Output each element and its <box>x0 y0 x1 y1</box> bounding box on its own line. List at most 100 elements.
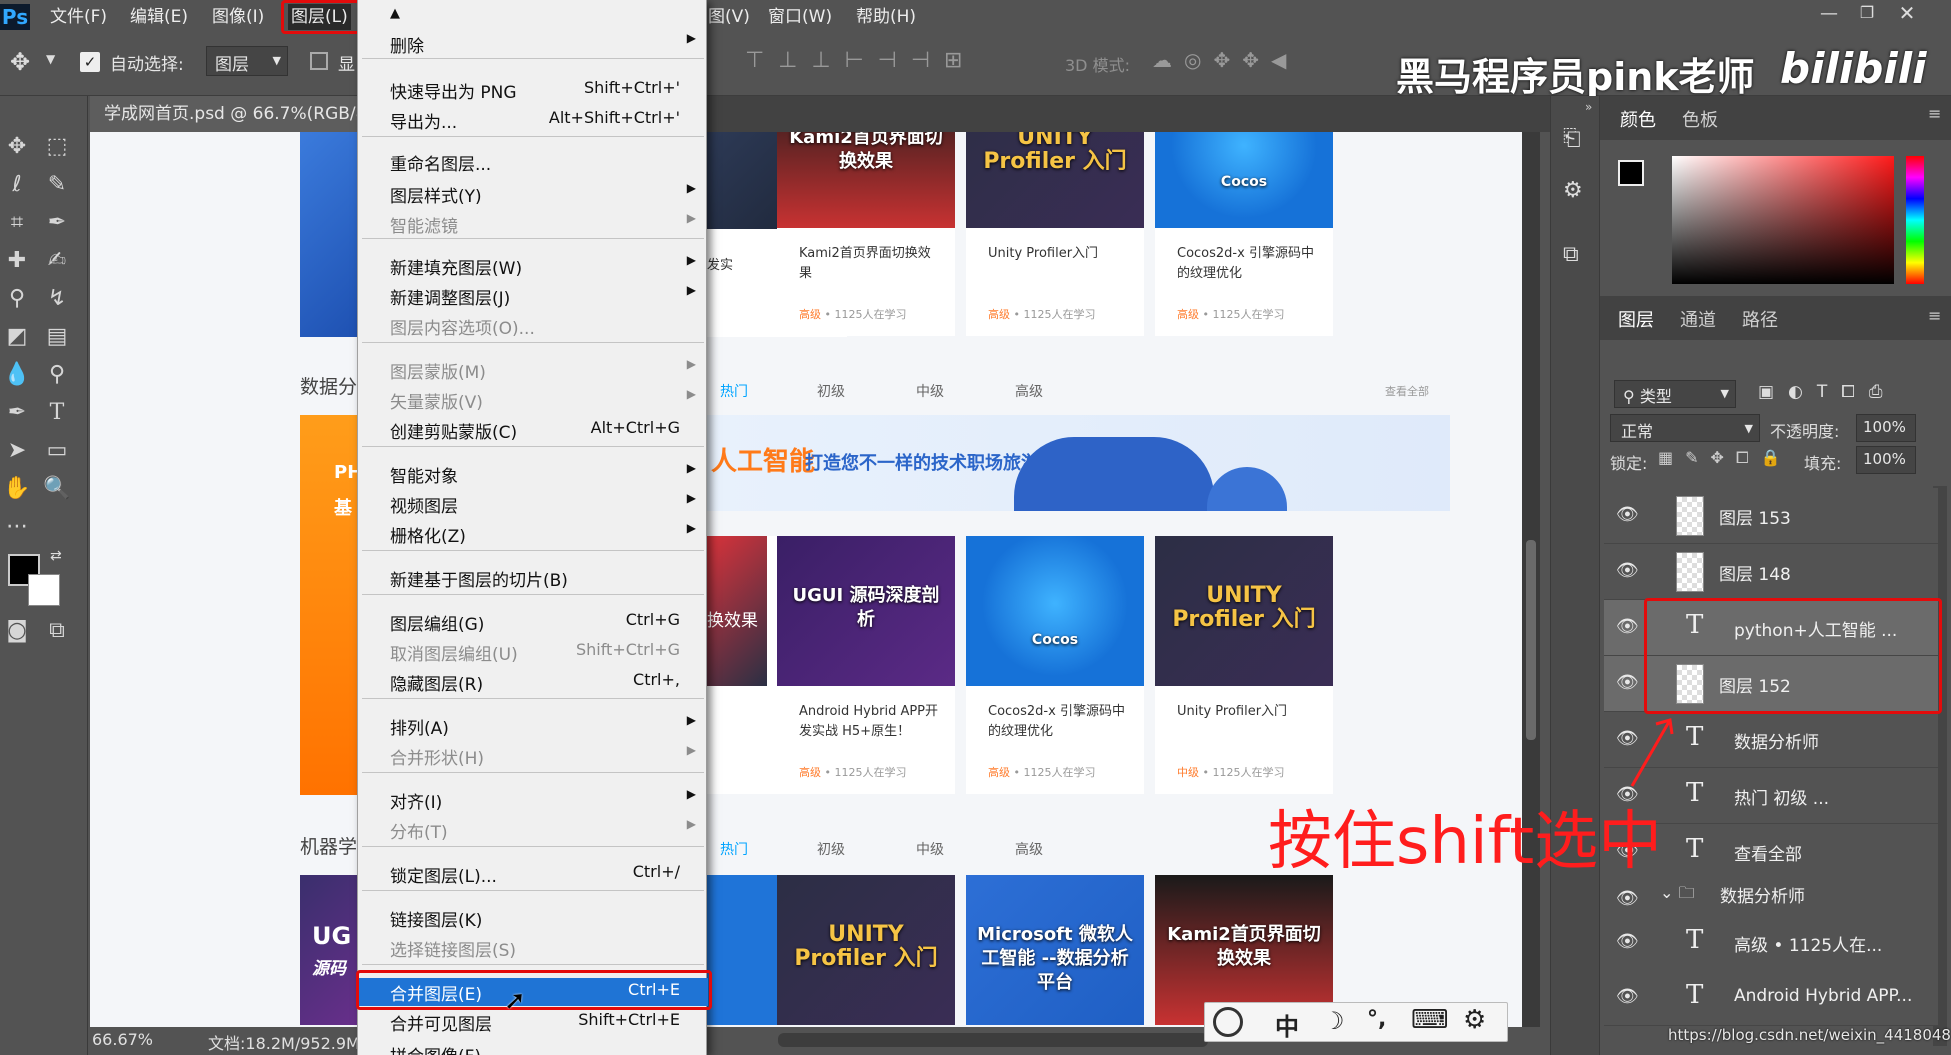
menu-item-1[interactable]: 快速导出为 PNG Shift+Ctrl+' <box>358 76 708 104</box>
layer-visibility-eye-icon[interactable]: 👁 <box>1616 931 1639 952</box>
eyedropper-icon[interactable]: ✒ <box>40 208 74 238</box>
swap-colors-icon[interactable]: ⇄ <box>50 548 62 564</box>
rectangle-tool-icon[interactable]: ▭ <box>40 436 74 466</box>
layer-row[interactable]: 👁 T 高级 • 1125人在... <box>1604 915 1938 971</box>
category-tab-hot[interactable]: 热门 <box>720 839 748 859</box>
tab-swatches[interactable]: 色板 <box>1682 106 1718 132</box>
course-card[interactable]: UGUI 源码深度剖析 Android Hybrid APP开发实战 H5+原生！… <box>777 536 955 794</box>
auto-select-dropdown[interactable]: 图层 ▼ <box>206 46 288 76</box>
collapse-arrows-icon[interactable]: » <box>1585 100 1592 114</box>
category-tab-hot[interactable]: 热门 <box>720 381 748 401</box>
ime-settings-icon[interactable]: ⚙ <box>1463 1005 1486 1035</box>
marquee-tool-icon[interactable]: ⬚ <box>40 132 74 162</box>
ime-punctuation-icon[interactable]: °, <box>1367 1007 1386 1032</box>
layer-visibility-eye-icon[interactable]: 👁 <box>1616 888 1639 909</box>
screen-mode-icon[interactable]: ⧉ <box>40 616 74 646</box>
course-card[interactable]: UNITY Profiler 入门 Unity Profiler入门 高级 • 11… <box>966 132 1144 336</box>
course-card[interactable]: UNITY Profiler 入门 Unity Profiler入门 中级 • 11… <box>1155 536 1333 794</box>
menu-image[interactable]: 图像(I) <box>212 4 264 30</box>
move-tool-icon[interactable]: ✥ <box>10 48 30 76</box>
clone-stamp-icon[interactable]: ⚲ <box>0 284 34 314</box>
close-button[interactable]: ✕ <box>1896 1 1918 25</box>
canvas-document[interactable]: 数据分 PH 基 机器学 UG 源码 发实 Kami2首页界面切换效果 Kami2… <box>90 132 1540 1027</box>
horizontal-scrollbar[interactable] <box>778 1033 1208 1047</box>
history-panel-icon[interactable]: ⎗ <box>1563 126 1581 151</box>
dodge-tool-icon[interactable]: ⚲ <box>40 360 74 390</box>
brush-tool-icon[interactable]: ✍ <box>40 246 74 276</box>
align-icons[interactable]: ⊤⊥⊥⊢⊣⊣⊞ <box>745 48 976 73</box>
menu-item-6[interactable]: 新建填充图层(W) ▶ <box>358 252 708 280</box>
eraser-tool-icon[interactable]: ◩ <box>0 322 34 352</box>
fill-field[interactable]: 100% <box>1856 446 1916 474</box>
move-tool-dropdown-icon[interactable]: ▼ <box>46 52 55 66</box>
lasso-tool-icon[interactable]: ℓ <box>0 170 34 200</box>
3d-tools-icons[interactable]: ☁◎✥✥◀ <box>1152 48 1298 72</box>
opacity-field[interactable]: 100% <box>1856 414 1916 442</box>
course-card[interactable]: Cocos Cocos2d-x 引擎源码中的纹理优化 高级 • 1125人在学习 <box>1155 132 1333 336</box>
path-select-icon[interactable]: ➤ <box>0 436 34 466</box>
show-transform-checkbox[interactable] <box>310 52 328 70</box>
lock-icons[interactable]: ▦✎✥⧠🔒 <box>1658 448 1793 468</box>
ime-chinese-mode[interactable]: 中 <box>1275 1007 1299 1042</box>
layer-visibility-eye-icon[interactable]: 👁 <box>1616 560 1639 581</box>
menu-item-16[interactable]: 图层编组(G) Ctrl+G <box>358 608 708 636</box>
menu-item-12[interactable]: 智能对象 ▶ <box>358 460 708 488</box>
gradient-tool-icon[interactable]: ▤ <box>40 322 74 352</box>
layer-visibility-eye-icon[interactable]: 👁 <box>1616 504 1639 525</box>
menu-item-0[interactable]: 删除 ▶ <box>358 30 708 58</box>
menu-file[interactable]: 文件(F) <box>50 4 107 30</box>
menu-help[interactable]: 帮助(H) <box>856 4 916 30</box>
menu-window[interactable]: 窗口(W) <box>768 4 832 30</box>
layer-filter-icons[interactable]: ▣◐T⧠⎙ <box>1758 382 1896 402</box>
panel-menu-icon[interactable]: ≡ <box>1928 104 1941 123</box>
tab-layers[interactable]: 图层 <box>1618 306 1654 332</box>
menu-scroll-up-icon[interactable]: ▲ <box>390 6 400 21</box>
layer-row[interactable]: 👁 图层 148 <box>1604 544 1938 600</box>
quick-mask-icon[interactable]: ◙ <box>0 616 34 646</box>
layer-row[interactable]: 👁 图层 153 <box>1604 488 1938 544</box>
menu-item-19[interactable]: 排列(A) ▶ <box>358 712 708 740</box>
minimize-button[interactable]: — <box>1818 3 1840 25</box>
character-panel-icon[interactable]: ⧉ <box>1563 242 1579 267</box>
course-card[interactable]: Cocos Cocos2d-x 引擎源码中的纹理优化 高级 • 1125人在学习 <box>966 536 1144 794</box>
menu-item-24[interactable]: 链接图层(K) <box>358 904 708 932</box>
menu-item-2[interactable]: 导出为... Alt+Shift+Ctrl+' <box>358 106 708 134</box>
layer-visibility-eye-icon[interactable]: 👁 <box>1616 616 1639 637</box>
menu-view[interactable]: 图(V) <box>708 4 750 30</box>
layers-panel-menu-icon[interactable]: ≡ <box>1928 306 1941 325</box>
pen-tool-icon[interactable]: ✒ <box>0 398 34 428</box>
background-color-swatch[interactable] <box>28 574 60 606</box>
menu-item-11[interactable]: 创建剪贴蒙版(C) Alt+Ctrl+G <box>358 416 708 444</box>
tab-channels[interactable]: 通道 <box>1680 306 1716 332</box>
menu-item-21[interactable]: 对齐(I) ▶ <box>358 786 708 814</box>
more-tools-icon[interactable]: ⋯ <box>0 512 34 542</box>
menu-item-14[interactable]: 栅格化(Z) ▶ <box>358 520 708 548</box>
category-tab-advanced[interactable]: 高级 <box>1015 381 1043 401</box>
layer-filter-dropdown[interactable]: ⚲ 类型 ▼ <box>1614 380 1736 408</box>
ime-moon-icon[interactable]: ☽ <box>1323 1007 1345 1035</box>
course-card[interactable]: Kami2首页界面切换效果 Kami2首页界面切换效果 高级 • 1125人在学习 <box>777 132 955 336</box>
course-card[interactable]: UNITY Profiler 入门 <box>777 875 955 1025</box>
color-spectrum-field[interactable] <box>1672 156 1894 284</box>
layer-row[interactable]: 👁 T Android Hybrid APP... <box>1604 970 1938 1026</box>
move-tool-icon[interactable]: ✥ <box>0 132 34 162</box>
menu-item-3[interactable]: 重命名图层... <box>358 148 708 176</box>
menu-item-28[interactable]: 拼合图像(F) <box>358 1040 708 1055</box>
document-tab[interactable]: 学成网首页.psd @ 66.7%(RGB/8 <box>90 96 372 132</box>
menu-edit[interactable]: 编辑(E) <box>130 4 188 30</box>
layer-visibility-eye-icon[interactable]: 👁 <box>1616 672 1639 693</box>
course-card[interactable]: Microsoft 微软人工智能 --数据分析平台 <box>966 875 1144 1025</box>
quick-select-icon[interactable]: ✎ <box>40 170 74 200</box>
tab-paths[interactable]: 路径 <box>1742 306 1778 332</box>
menu-item-18[interactable]: 隐藏图层(R) Ctrl+, <box>358 668 708 696</box>
category-tab-beginner[interactable]: 初级 <box>817 839 845 859</box>
menu-item-23[interactable]: 锁定图层(L)... Ctrl+/ <box>358 860 708 888</box>
menu-item-7[interactable]: 新建调整图层(J) ▶ <box>358 282 708 310</box>
auto-select-checkbox[interactable]: ✓ <box>80 52 100 72</box>
history-brush-icon[interactable]: ↯ <box>40 284 74 314</box>
blur-tool-icon[interactable]: 💧 <box>0 360 34 390</box>
menu-item-15[interactable]: 新建基于图层的切片(B) <box>358 564 708 592</box>
healing-brush-icon[interactable]: ✚ <box>0 246 34 276</box>
tab-color[interactable]: 颜色 <box>1620 106 1656 132</box>
zoom-tool-icon[interactable]: 🔍 <box>40 474 74 504</box>
